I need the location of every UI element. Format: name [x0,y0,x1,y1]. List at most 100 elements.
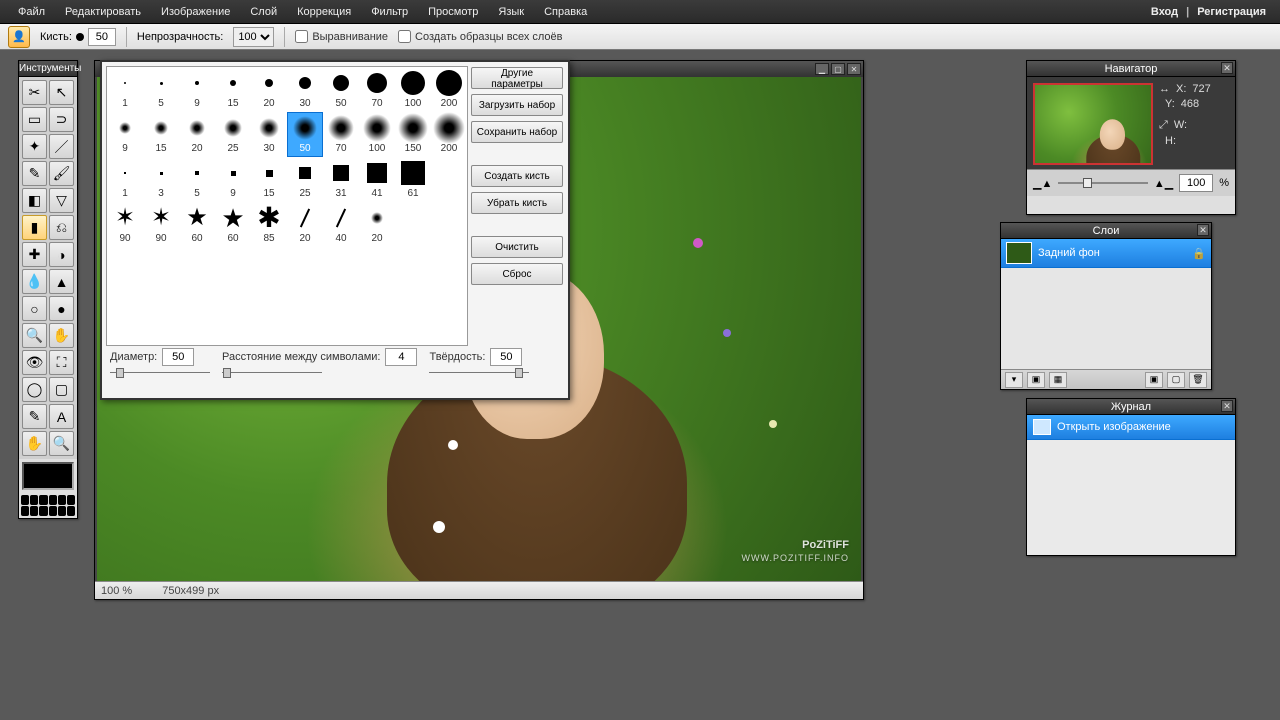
brush-preset[interactable]: 3 [143,157,179,202]
minimize-icon[interactable]: ▁ [815,63,829,75]
history-item[interactable]: Открыть изображение [1027,415,1235,440]
register-link[interactable]: Регистрация [1191,2,1272,22]
brush-preset[interactable]: 9 [179,67,215,112]
brush-preset[interactable]: 15 [251,157,287,202]
tool-stamp[interactable]: ⎌ [49,215,74,240]
tool-transform[interactable]: ⛶ [49,350,74,375]
brush-preset[interactable]: ✶90 [143,202,179,247]
diameter-slider[interactable] [110,368,210,378]
brush-preset[interactable]: 20 [287,202,323,247]
brush-preset[interactable]: 15 [215,67,251,112]
layer-mask-button[interactable]: ▣ [1027,372,1045,388]
brush-preset[interactable]: 20 [359,202,395,247]
new-layer-button[interactable]: ▣ [1145,372,1163,388]
brush-preset[interactable]: 70 [359,67,395,112]
tool-gradient[interactable]: ▮ [22,215,47,240]
brush-preset[interactable] [395,202,431,247]
sample-all-checkbox[interactable]: Создать образцы всех слоёв [398,30,562,43]
brush-preset[interactable]: 5 [179,157,215,202]
tool-move[interactable]: ↖ [49,80,74,105]
brush-preset[interactable]: 30 [287,67,323,112]
tool-zoom[interactable]: 🔍 [22,323,47,348]
brush-preset[interactable]: 100 [359,112,395,157]
menu-7[interactable]: Язык [488,2,534,22]
brush-preset[interactable]: 20 [251,67,287,112]
brush-preset[interactable]: 1 [107,67,143,112]
spacing-slider[interactable] [222,368,322,378]
menu-1[interactable]: Редактировать [55,2,151,22]
menu-0[interactable]: Файл [8,2,55,22]
brush-preset[interactable] [431,157,467,202]
brush-size-input[interactable] [88,28,116,46]
brush-preset[interactable]: 150 [395,112,431,157]
delete-layer-button[interactable]: 🗑 [1189,372,1207,388]
tool-text[interactable]: A [49,404,74,429]
brush-preset[interactable]: 200 [431,67,467,112]
tool-shape[interactable]: ◯ [22,377,47,402]
zoom-input[interactable] [1179,174,1213,192]
color-palette[interactable] [19,493,77,518]
brush-preset[interactable]: 70 [323,112,359,157]
maximize-icon[interactable]: ▢ [831,63,845,75]
brush-preset[interactable]: 5 [143,67,179,112]
brush-preset[interactable]: ★60 [215,202,251,247]
tool-wand[interactable]: ✦ [22,134,47,159]
menu-5[interactable]: Фильтр [361,2,418,22]
brush-side-button[interactable]: Убрать кисть [471,192,563,214]
tool-heal[interactable]: ✚ [22,242,47,267]
color-swatch[interactable] [22,462,74,490]
brush-preset[interactable]: 40 [323,202,359,247]
brush-side-button[interactable]: Очистить [471,236,563,258]
zoom-out-icon[interactable]: ▁▲ [1033,177,1052,190]
brush-preset[interactable]: ✶90 [107,202,143,247]
tool-zoom2[interactable]: 🔍 [49,431,74,456]
brush-side-button[interactable]: Создать кисть [471,165,563,187]
diameter-input[interactable] [162,348,194,366]
brush-preset[interactable]: 1 [107,157,143,202]
brush-preset[interactable]: 9 [107,112,143,157]
brush-preset[interactable]: 61 [395,157,431,202]
brush-preset[interactable]: 25 [215,112,251,157]
tool-brush[interactable]: 🖌 [49,161,74,186]
menu-2[interactable]: Изображение [151,2,240,22]
brush-preset[interactable]: 25 [287,157,323,202]
tool-lasso[interactable]: ⊃ [49,107,74,132]
tool-rect[interactable]: ▢ [49,377,74,402]
brush-preset[interactable]: 20 [179,112,215,157]
close-icon[interactable]: ✕ [1197,224,1209,236]
close-icon[interactable]: ✕ [847,63,861,75]
brush-preset[interactable]: 9 [215,157,251,202]
tool-pencil[interactable]: ✎ [22,161,47,186]
zoom-in-icon[interactable]: ▲▁ [1154,177,1173,190]
tool-eraser[interactable]: ◧ [22,188,47,213]
brush-preset[interactable]: 41 [359,157,395,202]
tool-crop[interactable]: ✂ [22,80,47,105]
tool-picker[interactable]: ✎ [22,404,47,429]
login-link[interactable]: Вход [1145,2,1184,22]
tool-marquee[interactable]: ▭ [22,107,47,132]
tool-bucket[interactable]: ▽ [49,188,74,213]
zoom-slider[interactable] [1058,182,1148,184]
hardness-slider[interactable] [429,368,529,378]
brush-preset[interactable]: ★60 [179,202,215,247]
user-icon[interactable]: 👤 [8,26,30,48]
brush-side-button[interactable]: Загрузить набор [471,94,563,116]
brush-preset[interactable]: 200 [431,112,467,157]
tool-line[interactable]: ／ [49,134,74,159]
brush-preset[interactable]: 30 [251,112,287,157]
navigator-thumbnail[interactable] [1033,83,1153,165]
brush-preset[interactable] [431,202,467,247]
brush-side-button[interactable]: Другие параметры [471,67,563,89]
layer-row[interactable]: Задний фон 🔒 [1001,239,1211,268]
tool-pan[interactable]: ✋ [22,431,47,456]
close-icon[interactable]: ✕ [1221,400,1233,412]
tool-sharpen[interactable]: ▲ [49,269,74,294]
tool-eye[interactable]: 👁 [22,350,47,375]
brush-preset[interactable]: 50 [323,67,359,112]
brush-side-button[interactable]: Сброс [471,263,563,285]
menu-8[interactable]: Справка [534,2,597,22]
spacing-input[interactable] [385,348,417,366]
menu-3[interactable]: Слой [240,2,287,22]
tool-patch[interactable]: ◑ [49,242,74,267]
layer-opts-button[interactable]: ▾ [1005,372,1023,388]
